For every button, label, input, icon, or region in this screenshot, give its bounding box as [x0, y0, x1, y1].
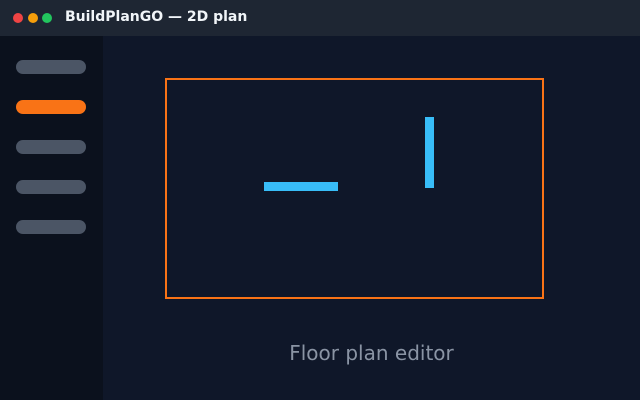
wall-vertical[interactable] — [425, 117, 434, 188]
editor-caption: Floor plan editor — [289, 341, 454, 365]
editor-area: Floor plan editor — [103, 36, 640, 400]
floor-plan-canvas[interactable] — [165, 78, 544, 299]
window-title: BuildPlanGO — 2D plan — [65, 9, 248, 25]
sidebar-item-2-active[interactable] — [16, 100, 86, 114]
sidebar-item-5[interactable] — [16, 220, 86, 234]
sidebar — [0, 36, 103, 400]
title-bar: BuildPlanGO — 2D plan — [0, 0, 640, 36]
close-window-button[interactable] — [13, 13, 23, 23]
sidebar-item-3[interactable] — [16, 140, 86, 154]
maximize-window-button[interactable] — [42, 13, 52, 23]
sidebar-item-4[interactable] — [16, 180, 86, 194]
sidebar-item-1[interactable] — [16, 60, 86, 74]
wall-horizontal[interactable] — [264, 182, 338, 191]
app-window: BuildPlanGO — 2D plan Floor plan editor — [0, 0, 640, 400]
minimize-window-button[interactable] — [28, 13, 38, 23]
